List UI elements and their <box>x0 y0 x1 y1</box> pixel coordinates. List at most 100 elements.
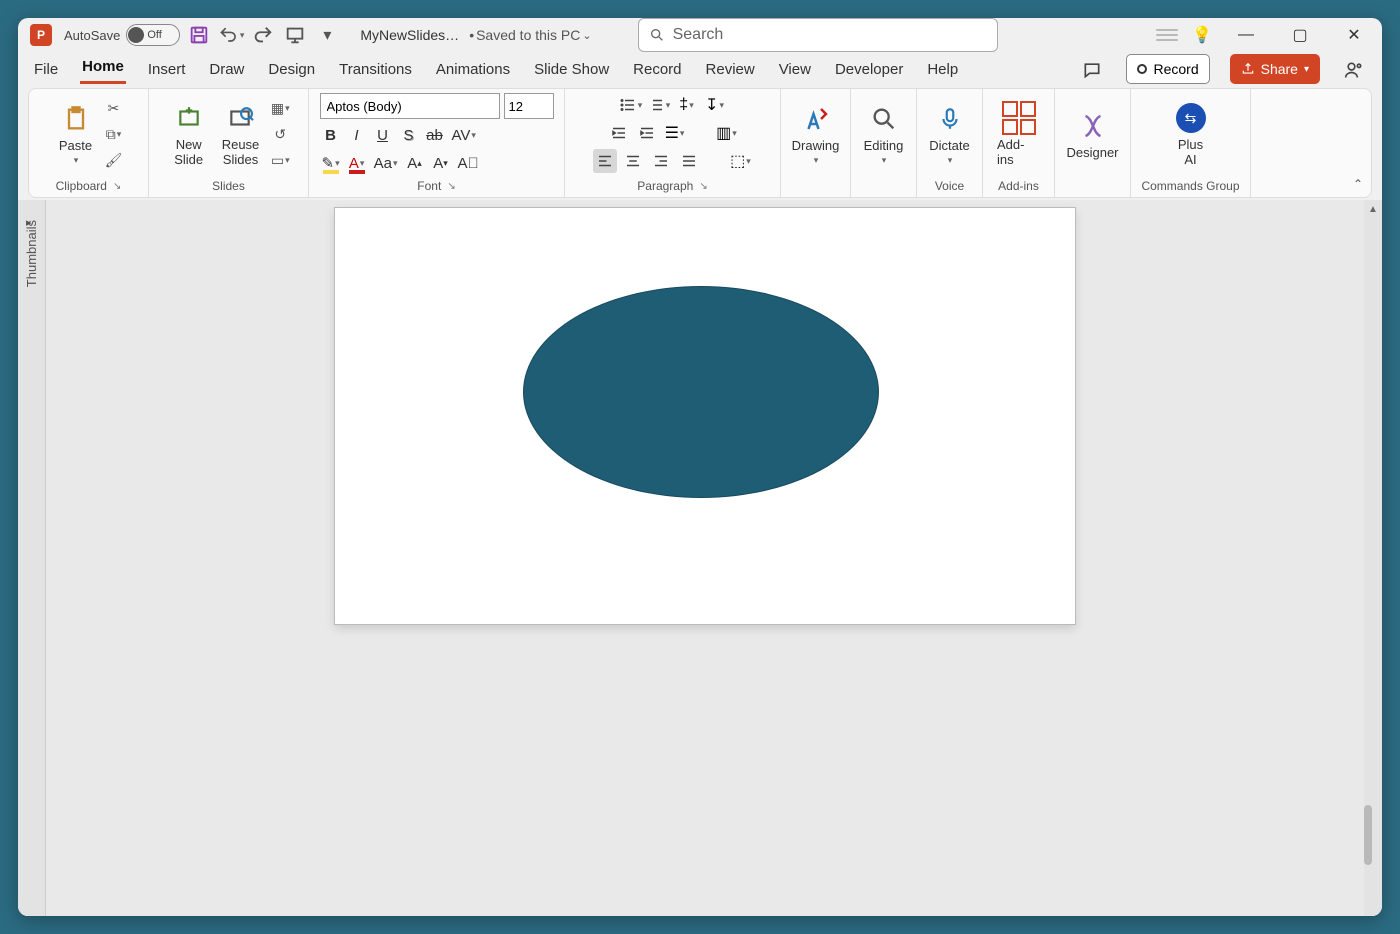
increase-indent-button[interactable] <box>635 121 659 145</box>
group-addins: Add-ins Add-ins <box>983 89 1055 197</box>
bold-button[interactable]: B <box>320 123 342 147</box>
align-right-button[interactable] <box>649 149 673 173</box>
oval-shape[interactable] <box>523 286 879 498</box>
cut-button[interactable]: ✂ <box>103 97 125 119</box>
search-placeholder: Search <box>673 26 724 44</box>
layout-button[interactable]: ▦▾ <box>269 97 291 119</box>
tab-draw[interactable]: Draw <box>207 55 246 84</box>
section-button[interactable]: ▭▾ <box>269 149 291 171</box>
tab-insert[interactable]: Insert <box>146 55 188 84</box>
text-direction-button[interactable]: ↧▾ <box>703 93 727 117</box>
present-from-beginning-button[interactable] <box>282 22 308 48</box>
smartart-convert-button[interactable]: ⬚▾ <box>729 149 753 173</box>
drawing-button[interactable]: Drawing▾ <box>786 100 846 168</box>
align-left-button[interactable] <box>593 149 617 173</box>
new-slide-button[interactable]: New Slide <box>166 99 212 169</box>
columns-button[interactable]: ▥▾ <box>715 121 739 145</box>
increase-font-button[interactable]: A▴ <box>404 151 426 175</box>
shadow-button[interactable]: S <box>398 123 420 147</box>
copy-button[interactable]: ⧉▾ <box>103 123 125 145</box>
comments-button[interactable] <box>1078 56 1106 84</box>
record-button[interactable]: Record <box>1126 54 1209 84</box>
underline-button[interactable]: U <box>372 123 394 147</box>
find-icon <box>867 102 901 136</box>
app-icon: P <box>30 24 52 46</box>
lightbulb-tips-button[interactable]: 💡 <box>1192 25 1212 45</box>
numbering-button[interactable]: ▾ <box>647 93 671 117</box>
tab-record[interactable]: Record <box>631 55 683 84</box>
undo-button[interactable]: ▾ <box>218 22 244 48</box>
clipboard-launcher-icon[interactable]: ↘ <box>113 181 121 192</box>
strikethrough-button[interactable]: ab <box>424 123 446 147</box>
line-spacing-button[interactable]: ‡▾ <box>675 93 699 117</box>
reset-slide-button[interactable]: ↺ <box>269 123 291 145</box>
save-button[interactable] <box>186 22 212 48</box>
ribbon-tabs: File Home Insert Draw Design Transitions… <box>18 52 1382 84</box>
font-launcher-icon[interactable]: ↘ <box>447 181 455 192</box>
share-button[interactable]: Share▾ <box>1230 54 1320 84</box>
thumbnails-rail[interactable]: ▸ Thumbnails <box>18 200 46 916</box>
bullets-button[interactable]: ▾ <box>619 93 643 117</box>
reuse-slides-icon <box>223 101 257 135</box>
present-people-button[interactable] <box>1340 56 1368 84</box>
editing-button[interactable]: Editing▾ <box>858 100 910 168</box>
share-icon <box>1241 62 1255 76</box>
search-input[interactable]: Search <box>638 18 998 52</box>
autosave-state: Off <box>147 29 161 41</box>
tab-file[interactable]: File <box>32 55 60 84</box>
tab-animations[interactable]: Animations <box>434 55 512 84</box>
tab-design[interactable]: Design <box>266 55 317 84</box>
tab-developer[interactable]: Developer <box>833 55 905 84</box>
paste-button[interactable]: Paste▾ <box>53 100 99 168</box>
designer-button[interactable]: Designer <box>1060 107 1124 162</box>
font-color-button[interactable]: A▾ <box>346 151 368 175</box>
align-center-button[interactable] <box>621 149 645 173</box>
slide-canvas[interactable] <box>335 208 1075 624</box>
collapse-ribbon-button[interactable]: ⌃ <box>1353 177 1363 191</box>
search-icon <box>649 27 665 43</box>
save-status[interactable]: • Saved to this PC ⌄ <box>469 27 591 43</box>
designer-icon <box>1076 109 1110 143</box>
tab-review[interactable]: Review <box>704 55 757 84</box>
clear-formatting-button[interactable]: A⃠ <box>456 151 481 175</box>
dictate-button[interactable]: Dictate▾ <box>923 100 975 168</box>
highlight-button[interactable]: ✎▾ <box>320 151 342 175</box>
record-dot-icon <box>1137 64 1147 74</box>
ribbon-display-icon[interactable] <box>1156 29 1178 41</box>
customize-qat-button[interactable]: ▾ <box>314 22 340 48</box>
decrease-font-button[interactable]: A▾ <box>430 151 452 175</box>
plus-ai-button[interactable]: ⇆ Plus AI <box>1168 99 1214 169</box>
group-clipboard: Paste▾ ✂ ⧉▾ 🖌 Clipboard↘ <box>29 89 149 197</box>
vertical-scrollbar[interactable]: ▲ ▼ ⏶ ⏷ <box>1364 200 1382 916</box>
addins-button[interactable]: Add-ins <box>991 99 1046 169</box>
tab-help[interactable]: Help <box>925 55 960 84</box>
change-case-button[interactable]: Aa▾ <box>372 151 400 175</box>
tab-transitions[interactable]: Transitions <box>337 55 414 84</box>
group-editing: Editing▾ <box>851 89 917 197</box>
format-painter-button[interactable]: 🖌 <box>103 149 125 171</box>
slide-stage[interactable] <box>46 200 1364 916</box>
align-text-button[interactable]: ☰▾ <box>663 121 687 145</box>
reuse-slides-button[interactable]: Reuse Slides <box>216 99 266 169</box>
char-spacing-button[interactable]: AV▾ <box>450 123 478 147</box>
close-button[interactable]: ✕ <box>1334 18 1374 52</box>
maximize-button[interactable]: ▢ <box>1280 18 1320 52</box>
minimize-button[interactable]: — <box>1226 18 1266 52</box>
paragraph-launcher-icon[interactable]: ↘ <box>699 181 707 192</box>
scroll-thumb[interactable] <box>1364 805 1372 865</box>
file-name[interactable]: MyNewSlides… <box>360 27 459 43</box>
justify-button[interactable] <box>677 149 701 173</box>
font-name-input[interactable] <box>320 93 500 119</box>
redo-button[interactable] <box>250 22 276 48</box>
tab-slideshow[interactable]: Slide Show <box>532 55 611 84</box>
tab-home[interactable]: Home <box>80 52 126 84</box>
font-size-input[interactable] <box>504 93 554 119</box>
toggle-knob-icon <box>128 27 144 43</box>
group-slides: New Slide Reuse Slides ▦▾ ↺ ▭▾ Slides <box>149 89 309 197</box>
autosave-toggle[interactable]: Off <box>126 24 180 46</box>
italic-button[interactable]: I <box>346 123 368 147</box>
decrease-indent-button[interactable] <box>607 121 631 145</box>
tab-view[interactable]: View <box>777 55 813 84</box>
group-designer: Designer <box>1055 89 1131 197</box>
thumbnails-label: Thumbnails <box>24 220 39 287</box>
